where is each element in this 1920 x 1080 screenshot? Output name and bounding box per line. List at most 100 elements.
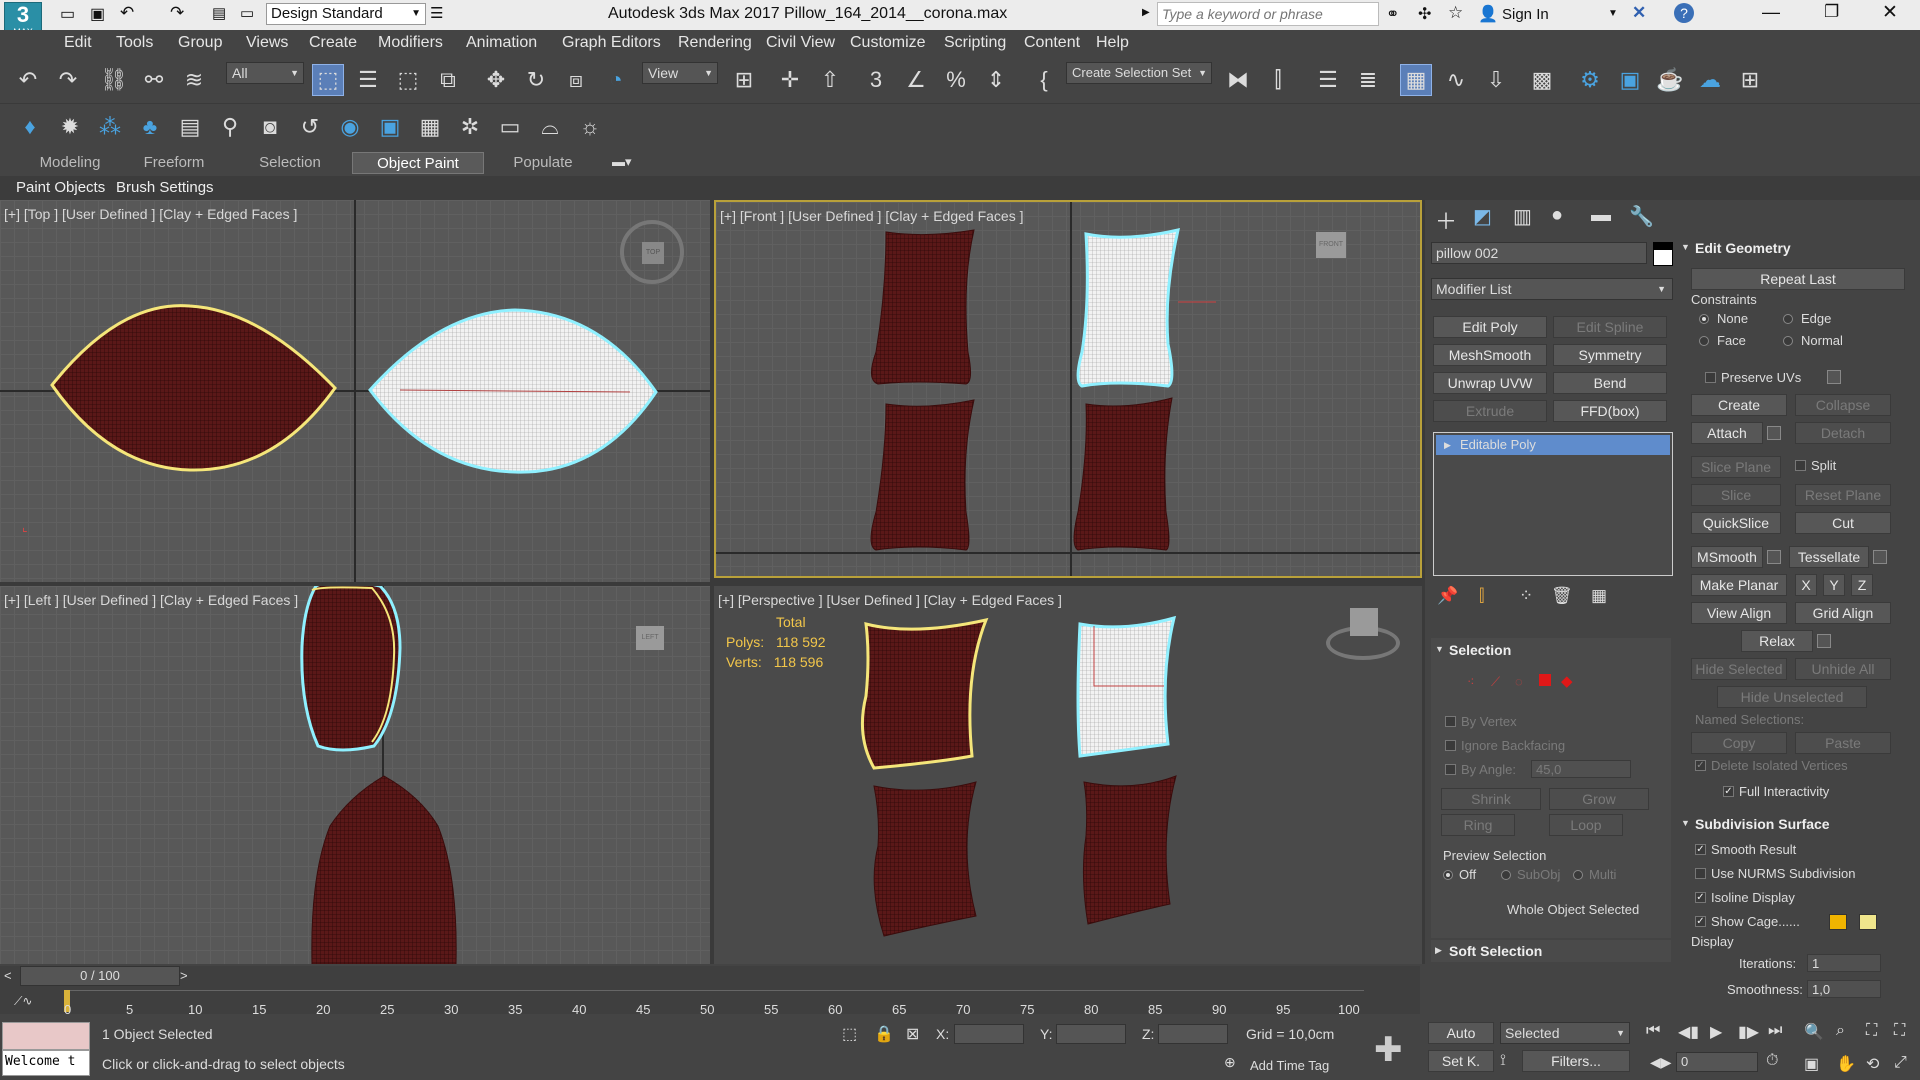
save-icon[interactable]: ▣ xyxy=(90,4,105,24)
edit-geometry-title[interactable]: Edit Geometry xyxy=(1695,240,1791,256)
percent-snap-icon[interactable]: % xyxy=(940,64,972,96)
utilities-tab-icon[interactable]: 🔧 xyxy=(1629,204,1654,229)
element-mode-icon[interactable]: ◆ xyxy=(1561,672,1573,690)
render-cloud-icon[interactable]: ☁ xyxy=(1694,64,1726,96)
search-input[interactable] xyxy=(1157,2,1379,26)
go-to-end-icon[interactable]: ⏭ xyxy=(1768,1022,1782,1040)
edit-spline-button[interactable]: Edit Spline xyxy=(1553,316,1667,338)
viewport-left[interactable]: LEFT [+] [Left ] [User Defined ] [Clay +… xyxy=(0,586,710,964)
render-production-icon[interactable]: ☕ xyxy=(1654,64,1686,96)
rotate-view-icon[interactable]: ↺ xyxy=(294,111,326,143)
preview-multi-radio[interactable] xyxy=(1573,870,1583,880)
workspace-dropdown[interactable]: Design Standard ▼ xyxy=(266,3,426,25)
make-planar-button[interactable]: Make Planar xyxy=(1691,574,1787,596)
modifier-list-dropdown[interactable]: Modifier List ▼ xyxy=(1431,278,1673,300)
a360-gallery-icon[interactable]: ⊞ xyxy=(1734,64,1766,96)
motion-tab-icon[interactable]: ● xyxy=(1551,204,1563,227)
next-frame-icon[interactable]: ▮▶ xyxy=(1738,1022,1759,1042)
preview-subobj-radio[interactable] xyxy=(1501,870,1511,880)
create-button[interactable]: Create xyxy=(1691,394,1787,416)
viewport-front[interactable]: FRONT [+] [Front ] [User Defined ] [Clay… xyxy=(714,200,1422,578)
display-tab-icon[interactable]: ▬ xyxy=(1591,204,1611,227)
teapot-icon[interactable]: ⌓ xyxy=(534,111,566,143)
ignore-backfacing-checkbox[interactable] xyxy=(1445,740,1456,751)
pillow-top-dark[interactable] xyxy=(50,304,337,472)
menu-edit[interactable]: Edit xyxy=(64,34,92,52)
network-icon[interactable]: ✲ xyxy=(454,111,486,143)
zoom-extents-icon[interactable]: ⛶ xyxy=(1866,1022,1877,1040)
timeline-next-button[interactable]: > xyxy=(180,968,188,983)
expand-arrow-icon[interactable]: ▶ xyxy=(1444,435,1451,455)
repeat-last-button[interactable]: Repeat Last xyxy=(1691,268,1905,290)
loop-button[interactable]: Loop xyxy=(1549,814,1623,836)
bend-button[interactable]: Bend xyxy=(1553,372,1667,394)
planar-y-button[interactable]: Y xyxy=(1823,574,1845,596)
subtab-brush-settings[interactable]: Brush Settings xyxy=(116,179,214,196)
smooth-result-checkbox[interactable]: ✓ xyxy=(1695,844,1706,855)
mirror-icon[interactable]: ⧓ xyxy=(1222,64,1254,96)
menu-create[interactable]: Create xyxy=(309,34,357,52)
user-icon[interactable]: 👤 xyxy=(1478,4,1498,24)
key-filter-icon[interactable]: ⟟ xyxy=(1500,1052,1506,1070)
menu-animation[interactable]: Animation xyxy=(466,34,537,52)
selection-title[interactable]: Selection xyxy=(1449,642,1511,658)
tool-icon[interactable]: ⚲ xyxy=(214,111,246,143)
pan-icon[interactable]: ✋ xyxy=(1836,1054,1856,1074)
exchange-icon[interactable]: ✕ xyxy=(1632,3,1646,23)
move-icon[interactable]: ✥ xyxy=(480,64,512,96)
add-time-tag[interactable]: Add Time Tag xyxy=(1250,1058,1329,1073)
z-coord-field[interactable] xyxy=(1158,1024,1228,1044)
smoothness-spinner[interactable]: 1,0 xyxy=(1807,980,1881,998)
frame-icon[interactable]: ▣ xyxy=(374,111,406,143)
attach-button[interactable]: Attach xyxy=(1691,422,1763,444)
tab-modeling[interactable]: Modeling xyxy=(10,152,130,174)
isolate-selection-icon[interactable]: ⬚ xyxy=(842,1024,857,1044)
viewport-perspective[interactable]: Total Polys: 118 592 Verts: 118 596 [+] … xyxy=(714,586,1422,964)
cage-color-yellow[interactable] xyxy=(1859,914,1877,930)
auto-key-button[interactable]: Auto xyxy=(1428,1022,1494,1044)
iterations-spinner[interactable]: 1 xyxy=(1807,954,1881,972)
angle-spinner[interactable]: 45,0 xyxy=(1531,760,1631,778)
key-filters-button[interactable]: Filters... xyxy=(1522,1050,1630,1072)
menu-icon[interactable]: ☰ xyxy=(430,4,443,22)
undo-icon[interactable]: ↶ xyxy=(12,64,44,96)
reference-coord-dropdown[interactable]: View ▼ xyxy=(642,62,718,84)
snaps-toggle-icon[interactable]: 3 xyxy=(860,64,892,96)
new-file-icon[interactable]: ▭ xyxy=(60,4,75,24)
make-unique-icon[interactable]: ⁘ xyxy=(1519,586,1533,606)
relax-button[interactable]: Relax xyxy=(1741,630,1813,652)
absolute-mode-icon[interactable]: ⊠ xyxy=(906,1024,919,1044)
msmooth-button[interactable]: MSmooth xyxy=(1691,546,1763,568)
menu-customize[interactable]: Customize xyxy=(850,34,926,52)
redo-icon[interactable]: ↷ xyxy=(52,64,84,96)
subtab-paint-objects[interactable]: Paint Objects xyxy=(16,179,105,196)
copy-button[interactable]: Copy xyxy=(1691,732,1787,754)
viewport-perspective-label[interactable]: [+] [Perspective ] [User Defined ] [Clay… xyxy=(718,592,1062,608)
chevron-down-icon[interactable]: ▼ xyxy=(1608,8,1618,19)
set-key-button[interactable]: Set K. xyxy=(1428,1050,1494,1072)
viewcube-front[interactable]: FRONT xyxy=(1316,232,1356,262)
show-end-result-icon[interactable]: ⫿ xyxy=(1479,586,1484,606)
tab-freeform[interactable]: Freeform xyxy=(130,152,218,174)
ring-button[interactable]: Ring xyxy=(1441,814,1515,836)
time-tag-icon[interactable]: ⊕ xyxy=(1224,1054,1236,1071)
shrink-button[interactable]: Shrink xyxy=(1441,788,1541,810)
viewport-top-label[interactable]: [+] [Top ] [User Defined ] [Clay + Edged… xyxy=(4,206,297,222)
tree-icon[interactable]: ♣ xyxy=(134,111,166,143)
use-nurms-checkbox[interactable] xyxy=(1695,868,1706,879)
window-crossing-icon[interactable]: ⧉ xyxy=(432,64,464,96)
scatter-icon[interactable]: ⁂ xyxy=(94,111,126,143)
tab-selection[interactable]: Selection xyxy=(236,152,344,174)
render-view-icon[interactable]: ◉ xyxy=(334,111,366,143)
set-key-icon[interactable]: ✚ xyxy=(1374,1030,1403,1070)
lock-icon[interactable]: 🔒 xyxy=(874,1024,894,1044)
close-icon[interactable]: ✕ xyxy=(1882,1,1898,24)
isoline-display-checkbox[interactable]: ✓ xyxy=(1695,892,1706,903)
zoom-extents-all-icon[interactable]: ⛶ xyxy=(1894,1022,1905,1040)
constraint-face-radio[interactable] xyxy=(1699,336,1709,346)
rendered-frame-icon[interactable]: ▣ xyxy=(1614,64,1646,96)
ffd-box-button[interactable]: FFD(box) xyxy=(1553,400,1667,422)
y-coord-field[interactable] xyxy=(1056,1024,1126,1044)
unlink-icon[interactable]: ⚯ xyxy=(138,64,170,96)
planar-x-button[interactable]: X xyxy=(1795,574,1817,596)
